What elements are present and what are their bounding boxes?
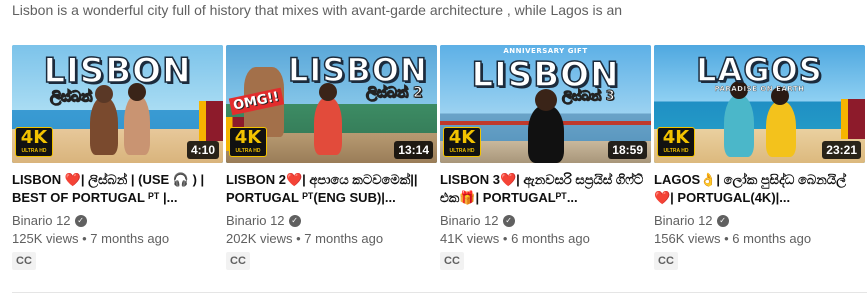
video-meta: 41K views • 6 months ago bbox=[440, 231, 651, 246]
thumbnail-title: LISBON bbox=[287, 50, 428, 90]
section-divider bbox=[12, 292, 867, 293]
channel-label[interactable]: Binario 12 bbox=[12, 213, 71, 228]
4k-badge: 4K ULTRA HD bbox=[229, 127, 267, 157]
cc-badge: CC bbox=[12, 252, 36, 270]
duration-badge: 18:59 bbox=[608, 141, 647, 159]
upload-age: 7 months ago bbox=[90, 231, 170, 246]
video-meta: 156K views • 6 months ago bbox=[654, 231, 865, 246]
verified-icon: ✓ bbox=[74, 214, 87, 227]
meta-separator: • bbox=[724, 231, 729, 246]
video-card[interactable]: OMG!! LISBON ලිස්බන් 2 4K ULTRA HD 13:14 … bbox=[226, 45, 437, 270]
thumbnail-title: LISBON bbox=[471, 54, 620, 96]
cc-badge: CC bbox=[654, 252, 678, 270]
video-card[interactable]: ANNIVERSARY GIFT LISBON ලිස්බන් 3 4K ULTR… bbox=[440, 45, 651, 270]
video-shelf: LISBON ලිස්බන් 4K ULTRA HD 4:10 LISBON ❤️… bbox=[12, 45, 865, 270]
upload-age: 6 months ago bbox=[732, 231, 812, 246]
thumbnail-kicker: ANNIVERSARY GIFT bbox=[503, 47, 588, 55]
verified-icon: ✓ bbox=[716, 214, 729, 227]
view-count: 202K views bbox=[226, 231, 293, 246]
thumbnail-subtitle: ලිස්බන් bbox=[49, 89, 93, 106]
cc-badge: CC bbox=[226, 252, 250, 270]
channel-name[interactable]: Binario 12 ✓ bbox=[12, 213, 223, 228]
channel-name[interactable]: Binario 12 ✓ bbox=[226, 213, 437, 228]
duration-badge: 23:21 bbox=[822, 141, 861, 159]
video-title[interactable]: LISBON 3❤️| ඇනවසරි සප්‍රයිස් ගිෆ්ට් එක🎁|… bbox=[440, 171, 645, 207]
duration-badge: 4:10 bbox=[186, 141, 219, 159]
thumbnail-kicker: PARADISE ON EARTH bbox=[714, 85, 805, 93]
4k-badge: 4K ULTRA HD bbox=[443, 127, 481, 157]
4k-badge: 4K ULTRA HD bbox=[657, 127, 695, 157]
channel-description: Lisbon is a wonderful city full of histo… bbox=[12, 2, 623, 18]
channel-name[interactable]: Binario 12 ✓ bbox=[654, 213, 865, 228]
channel-name[interactable]: Binario 12 ✓ bbox=[440, 213, 651, 228]
verified-icon: ✓ bbox=[288, 214, 301, 227]
upload-age: 7 months ago bbox=[304, 231, 384, 246]
meta-separator: • bbox=[296, 231, 301, 246]
cc-badge: CC bbox=[440, 252, 464, 270]
view-count: 125K views bbox=[12, 231, 79, 246]
view-count: 41K views bbox=[440, 231, 500, 246]
video-title[interactable]: LAGOS👌| ලෝක පුසිද්ධ බෙනයිල්❤️| PORTUGAL(… bbox=[654, 171, 859, 207]
upload-age: 6 months ago bbox=[511, 231, 590, 246]
video-card[interactable]: LISBON ලිස්බන් 4K ULTRA HD 4:10 LISBON ❤️… bbox=[12, 45, 223, 270]
duration-badge: 13:14 bbox=[394, 141, 433, 159]
channel-label[interactable]: Binario 12 bbox=[440, 213, 499, 228]
channel-label[interactable]: Binario 12 bbox=[226, 213, 285, 228]
video-meta: 202K views • 7 months ago bbox=[226, 231, 437, 246]
meta-separator: • bbox=[502, 231, 508, 246]
video-thumbnail[interactable]: LAGOS PARADISE ON EARTH 4K ULTRA HD 23:21 bbox=[654, 45, 865, 163]
video-title[interactable]: LISBON 2❤️| අපායෙ කටවමෙක්|| PORTUGAL ᴾᵀ(… bbox=[226, 171, 431, 207]
channel-label[interactable]: Binario 12 bbox=[654, 213, 713, 228]
video-card[interactable]: LAGOS PARADISE ON EARTH 4K ULTRA HD 23:21… bbox=[654, 45, 865, 270]
thumbnail-subtitle: ලිස්බන් 2 bbox=[366, 85, 424, 102]
view-count: 156K views bbox=[654, 231, 721, 246]
video-thumbnail[interactable]: OMG!! LISBON ලිස්බන් 2 4K ULTRA HD 13:14 bbox=[226, 45, 437, 163]
video-thumbnail[interactable]: ANNIVERSARY GIFT LISBON ලිස්බන් 3 4K ULTR… bbox=[440, 45, 651, 163]
video-thumbnail[interactable]: LISBON ලිස්බන් 4K ULTRA HD 4:10 bbox=[12, 45, 223, 163]
verified-icon: ✓ bbox=[502, 214, 515, 227]
thumbnail-title: LISBON bbox=[43, 50, 192, 92]
meta-separator: • bbox=[82, 231, 87, 246]
video-meta: 125K views • 7 months ago bbox=[12, 231, 223, 246]
thumbnail-title: LAGOS bbox=[695, 50, 823, 90]
thumbnail-subtitle: ලිස්බන් 3 bbox=[562, 89, 616, 105]
4k-badge: 4K ULTRA HD bbox=[15, 127, 53, 157]
video-title[interactable]: LISBON ❤️| ලිස්බන් | (USE 🎧 ) | BEST OF … bbox=[12, 171, 217, 207]
